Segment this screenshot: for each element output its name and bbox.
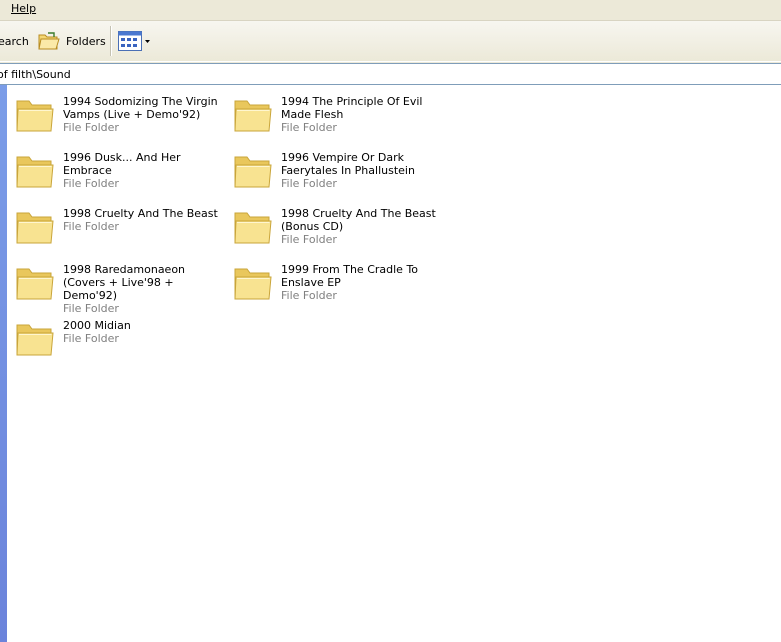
folders-icon [38, 32, 60, 50]
folder-item[interactable]: 1996 Dusk... And Her Embrace File Folder [15, 151, 230, 203]
folders-button[interactable]: Folders [37, 28, 106, 54]
folder-icon [233, 95, 273, 135]
folder-item[interactable]: 1994 Sodomizing The Virgin Vamps (Live +… [15, 95, 230, 147]
folder-name: 1996 Vempire Or Dark Faerytales In Phall… [281, 151, 447, 190]
folder-type: File Folder [63, 177, 119, 190]
folder-item[interactable]: 1998 Raredamonaeon (Covers + Live'98 + D… [15, 263, 230, 315]
folder-name: 1998 Cruelty And The Beast File Folder [63, 207, 229, 233]
folder-name-text: 1996 Vempire Or Dark Faerytales In Phall… [281, 151, 415, 177]
folder-name: 2000 Midian File Folder [63, 319, 229, 345]
folder-icon [15, 319, 55, 359]
folder-type: File Folder [281, 233, 337, 246]
views-button[interactable] [117, 28, 153, 54]
menu-bar: Help [0, 0, 781, 21]
folder-type: File Folder [63, 121, 119, 134]
folder-name: 1998 Raredamonaeon (Covers + Live'98 + D… [63, 263, 229, 315]
folder-name: 1998 Cruelty And The Beast (Bonus CD) Fil… [281, 207, 447, 246]
folder-item[interactable]: 1998 Cruelty And The Beast File Folder [15, 207, 230, 259]
folder-icon [15, 151, 55, 191]
folder-name-text: 1998 Cruelty And The Beast (Bonus CD) [281, 207, 436, 233]
folder-name-text: 1999 From The Cradle To Enslave EP [281, 263, 419, 289]
task-pane-edge [0, 85, 7, 642]
folder-name: 1999 From The Cradle To Enslave EP File F… [281, 263, 447, 302]
folder-item[interactable]: 1996 Vempire Or Dark Faerytales In Phall… [233, 151, 448, 203]
folder-name-text: 2000 Midian [63, 319, 131, 332]
folder-type: File Folder [63, 220, 119, 233]
folder-icon [233, 263, 273, 303]
folder-item[interactable]: 1998 Cruelty And The Beast (Bonus CD) Fil… [233, 207, 448, 259]
folder-view: 1994 Sodomizing The Virgin Vamps (Live +… [0, 85, 781, 642]
folder-icon [15, 95, 55, 135]
menu-help-label: Help [11, 2, 37, 15]
menu-help[interactable]: Help [10, 2, 37, 15]
toolbar-separator [110, 26, 112, 56]
toolbar: earch Folders [0, 21, 781, 62]
folder-type: File Folder [63, 302, 119, 315]
folder-type: File Folder [281, 121, 337, 134]
address-bar: of filth\Sound [0, 62, 781, 85]
folder-icon [15, 207, 55, 247]
folder-name-text: 1994 Sodomizing The Virgin Vamps (Live +… [63, 95, 218, 121]
folder-name-text: 1996 Dusk... And Her Embrace [63, 151, 181, 177]
folder-name-text: 1994 The Principle Of Evil Made Flesh [281, 95, 423, 121]
folder-name-text: 1998 Cruelty And The Beast [63, 207, 218, 220]
folder-icon [15, 263, 55, 303]
folder-name: 1994 Sodomizing The Virgin Vamps (Live +… [63, 95, 229, 134]
folder-item[interactable]: 1999 From The Cradle To Enslave EP File F… [233, 263, 448, 315]
folder-type: File Folder [281, 289, 337, 302]
address-field[interactable]: of filth\Sound [0, 63, 781, 85]
address-path: of filth\Sound [0, 68, 71, 81]
folder-name: 1996 Dusk... And Her Embrace File Folder [63, 151, 229, 190]
views-icon [118, 31, 150, 51]
search-button-label: earch [0, 34, 29, 48]
folder-item[interactable]: 2000 Midian File Folder [15, 319, 230, 371]
folder-item[interactable]: 1994 The Principle Of Evil Made Flesh Fil… [233, 95, 448, 147]
folder-type: File Folder [63, 332, 119, 345]
folder-icon [233, 151, 273, 191]
folder-name: 1994 The Principle Of Evil Made Flesh Fil… [281, 95, 447, 134]
folder-name-text: 1998 Raredamonaeon (Covers + Live'98 + D… [63, 263, 186, 302]
folder-type: File Folder [281, 177, 337, 190]
search-button[interactable]: earch [0, 28, 29, 54]
folder-icon [233, 207, 273, 247]
folders-button-label: Folders [66, 34, 106, 48]
